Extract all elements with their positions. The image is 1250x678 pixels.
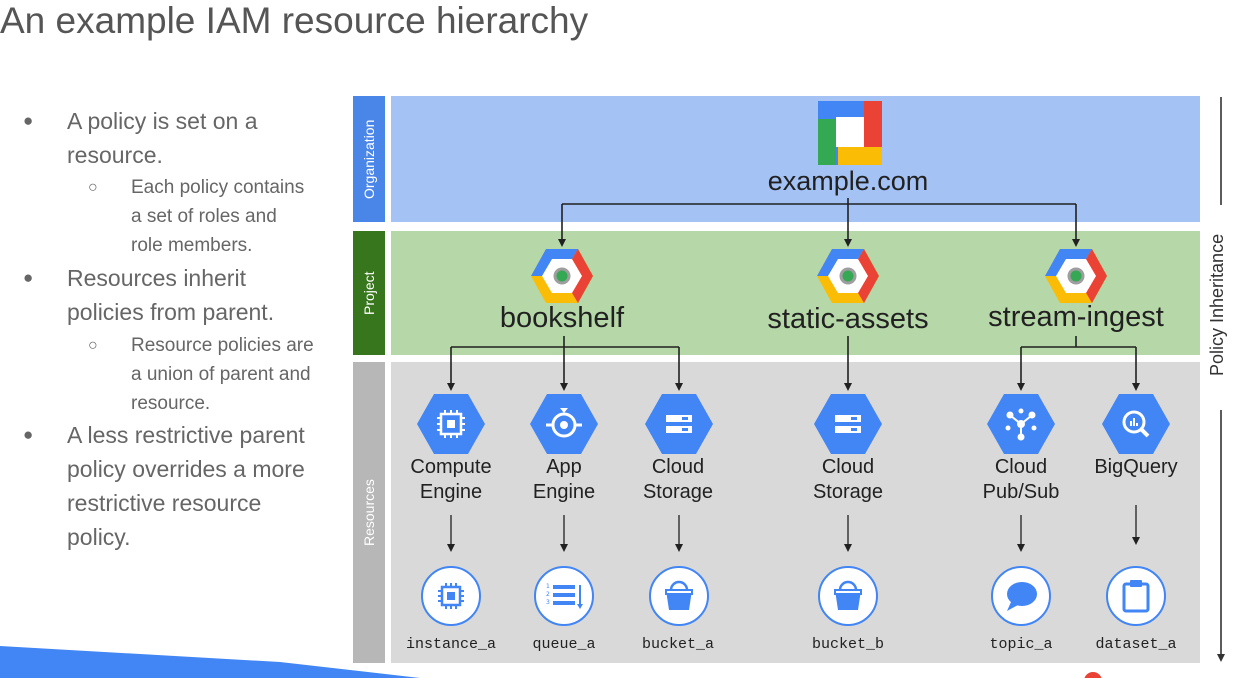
footer-red-dot-icon xyxy=(1084,672,1102,678)
project-to-service-connectors xyxy=(447,336,1140,391)
service-label: Compute Engine xyxy=(386,455,516,505)
svg-text:2: 2 xyxy=(546,591,550,598)
clipboard-icon xyxy=(1106,566,1166,626)
compute-engine-icon xyxy=(417,394,485,454)
service-label-line: Storage xyxy=(642,481,714,503)
bucket-icon xyxy=(649,566,709,626)
gcp-organization-logo-icon xyxy=(818,101,882,165)
project-name: bookshelf xyxy=(499,302,625,334)
project-name: stream-ingest xyxy=(988,301,1164,333)
org-to-project-connectors xyxy=(558,198,1080,247)
service-label-line: Cloud xyxy=(821,456,875,478)
service-label-line: Pub/Sub xyxy=(982,481,1060,503)
service-label: App Engine xyxy=(499,455,629,505)
hierarchy-diagram: 1 2 3 xyxy=(0,97,1225,678)
service-to-resource-connectors xyxy=(447,505,1140,552)
speech-bubble-icon xyxy=(991,566,1051,626)
queue-list-icon: 1 2 3 xyxy=(534,566,594,626)
service-label: BigQuery xyxy=(1071,455,1201,480)
resource-label: dataset_a xyxy=(1095,636,1177,653)
service-label: Cloud Pub/Sub xyxy=(956,455,1086,505)
service-label-line: App xyxy=(546,456,582,478)
service-label-line: Cloud xyxy=(994,456,1048,478)
service-label-line: Engine xyxy=(419,481,483,503)
organization-name: example.com xyxy=(767,166,929,196)
app-engine-icon xyxy=(530,394,598,454)
cloud-storage-icon xyxy=(814,394,882,454)
service-label: Cloud Storage xyxy=(613,455,743,505)
project-name: static-assets xyxy=(767,303,929,335)
resource-label: topic_a xyxy=(989,636,1053,653)
service-label-line: Compute xyxy=(410,456,492,478)
service-label: Cloud Storage xyxy=(783,455,913,505)
policy-inheritance-label: Policy Inheritance xyxy=(1207,233,1227,377)
chip-icon xyxy=(421,566,481,626)
svg-text:1: 1 xyxy=(546,583,550,590)
project-hexagon-icon xyxy=(817,249,879,303)
resource-label: queue_a xyxy=(532,636,596,653)
cloud-pubsub-icon xyxy=(987,394,1055,454)
service-label-line: Engine xyxy=(532,481,596,503)
resource-label: bucket_a xyxy=(641,636,714,653)
service-label-line: Cloud xyxy=(651,456,705,478)
service-label-line: Storage xyxy=(812,481,884,503)
bigquery-icon xyxy=(1102,394,1170,454)
resource-label: instance_a xyxy=(405,636,496,653)
cloud-storage-icon xyxy=(645,394,713,454)
svg-text:3: 3 xyxy=(546,599,550,606)
footer-accent-bar xyxy=(0,646,420,678)
project-hexagon-icon xyxy=(531,249,593,303)
service-label-line: BigQuery xyxy=(1094,456,1178,478)
bucket-icon xyxy=(818,566,878,626)
project-hexagon-icon xyxy=(1045,249,1107,303)
resource-label: bucket_b xyxy=(811,636,884,653)
down-arrow-icon xyxy=(1217,654,1225,662)
